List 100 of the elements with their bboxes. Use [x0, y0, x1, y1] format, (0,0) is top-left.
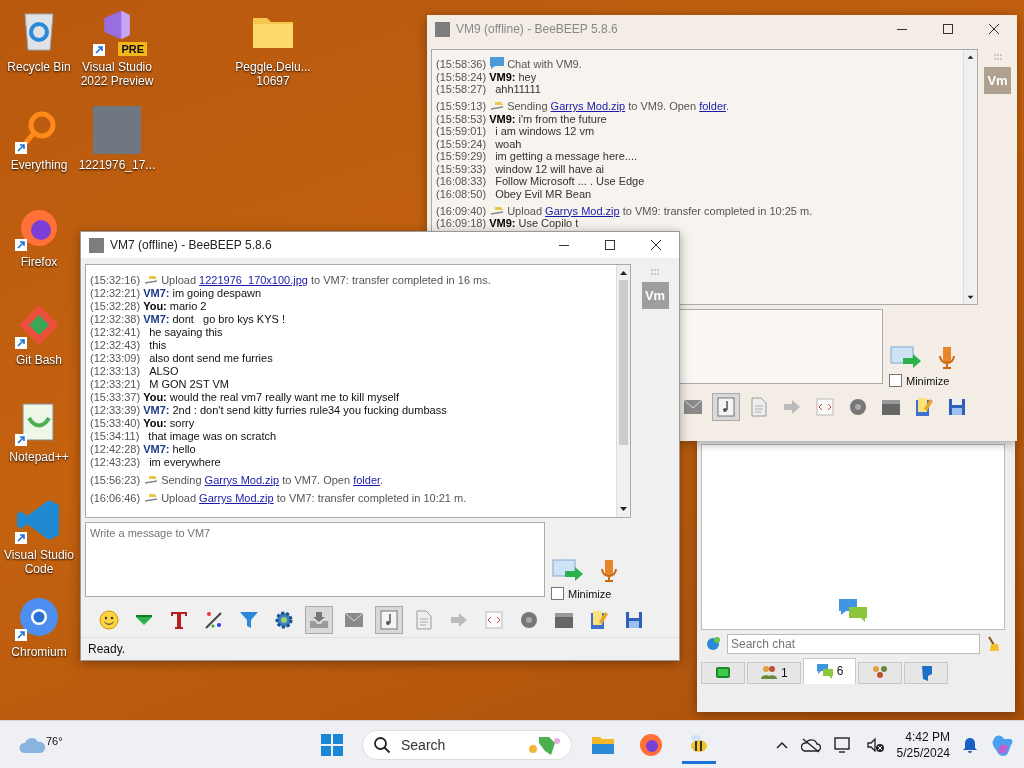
window-title: VM7 (offline) - BeeBEEP 5.8.6 [110, 238, 273, 252]
tab[interactable] [858, 662, 903, 684]
search-field[interactable]: Search chat [727, 634, 980, 654]
close-icon [651, 240, 661, 250]
minimize-label[interactable]: Minimize [568, 587, 612, 600]
icon-label[interactable]: Visual Studio 2022 Preview [77, 60, 157, 88]
timestamp: (16:08:33) [436, 175, 487, 187]
minimize-checkbox[interactable] [551, 587, 564, 600]
music-note-icon [715, 396, 737, 418]
sender-name: VM9: [489, 217, 516, 229]
icon-label[interactable]: Peggle.Delu... 10697 [233, 60, 313, 88]
file-transfer-icon [143, 492, 160, 504]
icon-label[interactable]: 1221976_17... [77, 157, 157, 172]
timestamp: (16:06:46) [90, 492, 141, 504]
timestamp: (15:32:28) [90, 300, 141, 312]
timestamp: (12:32:43) [90, 339, 141, 351]
music-note-button[interactable] [712, 393, 740, 421]
app-icon [89, 237, 104, 253]
file-link[interactable]: folder [699, 100, 727, 112]
scrollbar[interactable] [963, 50, 977, 304]
tab[interactable]: 6 [802, 658, 857, 684]
message-text: im everywhere [149, 456, 221, 468]
icon-label[interactable]: Git Bash [0, 352, 79, 367]
timestamp: (16:09:18) [436, 217, 487, 229]
file-link[interactable]: Garrys Mod.zip [199, 492, 274, 504]
chevron-up-icon[interactable] [774, 740, 789, 750]
file-transfer-icon [143, 274, 160, 286]
message-text: hey [518, 70, 537, 83]
message-field[interactable]: Write a message to VM7 [85, 522, 545, 597]
scroll-down-arrow-icon[interactable] [965, 293, 976, 301]
send-file-button[interactable] [551, 557, 585, 583]
search-icon [373, 736, 391, 754]
message-field[interactable] [678, 309, 883, 384]
tab[interactable]: 1 [747, 662, 801, 684]
message-text: Use Copilo t [518, 217, 579, 229]
text-icon [168, 609, 190, 631]
file-transfer-icon [489, 204, 506, 217]
message-text: ahh11111 [495, 83, 541, 95]
tab[interactable] [701, 662, 745, 684]
minimize-label[interactable]: Minimize [906, 374, 950, 387]
bell-icon[interactable] [962, 736, 978, 754]
message-text: also dont send me furries [149, 352, 273, 364]
send-file-button[interactable] [889, 344, 923, 370]
firefox-icon [638, 732, 664, 758]
icon-label[interactable]: Firefox [0, 255, 79, 269]
message-text: Follow Microsoft ... . Use Edge [495, 175, 645, 187]
temperature-text[interactable]: 76° [46, 735, 63, 747]
file-link[interactable]: Garrys Mod.zip [550, 100, 626, 112]
icon-label[interactable]: Notepad++ [0, 450, 79, 464]
message-text: i am windows 12 vm [495, 125, 595, 137]
timestamp: (15:59:01) [436, 125, 487, 137]
icon-label[interactable]: Recycle Bin [0, 60, 79, 74]
timestamp: (15:58:53) [436, 112, 487, 125]
tab[interactable] [904, 662, 949, 684]
sender-name: VM9: [489, 112, 516, 125]
scroll-up-arrow-icon[interactable] [618, 268, 629, 277]
cloud-off-icon[interactable] [800, 737, 821, 753]
file-link[interactable]: 1221976_170x100.jpg [199, 274, 308, 286]
file-link[interactable]: folder [353, 474, 381, 486]
music-note-button[interactable] [375, 606, 403, 634]
broom-icon [986, 636, 1000, 652]
message-text: M GON 2ST VM [149, 378, 230, 390]
scrollbar[interactable] [616, 265, 630, 517]
music-note-icon [378, 609, 400, 631]
message-text: 2nd : don't send kitty furries rule34 you fucking dumbass [172, 404, 447, 416]
grip-icon [992, 53, 1003, 61]
timestamp: (15:34:11) [90, 430, 140, 442]
timestamp: (12:33:13) [90, 365, 141, 377]
icon-label[interactable]: Everything [0, 157, 79, 172]
sender-name: VM7: [143, 287, 170, 299]
transfer-message: Upload Garrys Mod.zip to VM7: transfer completed in 10:21 m. [161, 492, 467, 504]
timestamp: (15:58:27) [436, 83, 487, 95]
message-text: hello [172, 443, 196, 455]
timestamp: (16:08:50) [436, 187, 487, 200]
scroll-down-arrow-icon[interactable] [618, 505, 629, 514]
icon-label[interactable]: Chromium [0, 645, 79, 659]
transfer-message: Sending Garrys Mod.zip to VM7. Open folder. [161, 474, 384, 486]
timestamp: (15:59:24) [436, 137, 487, 150]
monitor-icon[interactable] [832, 736, 853, 754]
icon-label[interactable]: Visual Studio Code [0, 547, 79, 576]
globe-icon [705, 636, 721, 652]
maximize-icon [943, 24, 953, 34]
sender-name: You: [143, 300, 167, 312]
timestamp: (12:32:41) [90, 326, 141, 338]
message-text: dont go bro kys KYS ! [172, 313, 285, 325]
file-transfer-icon [489, 100, 506, 112]
timestamp: (15:58:24) [436, 70, 487, 83]
scroll-up-arrow-icon[interactable] [965, 53, 976, 61]
file-link[interactable]: Garrys Mod.zip [204, 474, 280, 486]
minimize-checkbox[interactable] [889, 374, 902, 387]
message-text: he sayaing this [149, 326, 223, 338]
search-box[interactable]: Search [362, 730, 572, 760]
timestamp: (15:59:13) [436, 100, 487, 112]
send-file-icon [889, 344, 923, 370]
speaker-muted-icon[interactable] [864, 736, 885, 754]
message-text: window 12 will have ai [495, 162, 604, 175]
tray-button[interactable] [305, 606, 333, 634]
clock[interactable]: 4:42 PM 5/25/2024 [896, 729, 950, 761]
file-link[interactable]: Garrys Mod.zip [545, 204, 620, 217]
message-text: i'm from the future [518, 112, 607, 125]
